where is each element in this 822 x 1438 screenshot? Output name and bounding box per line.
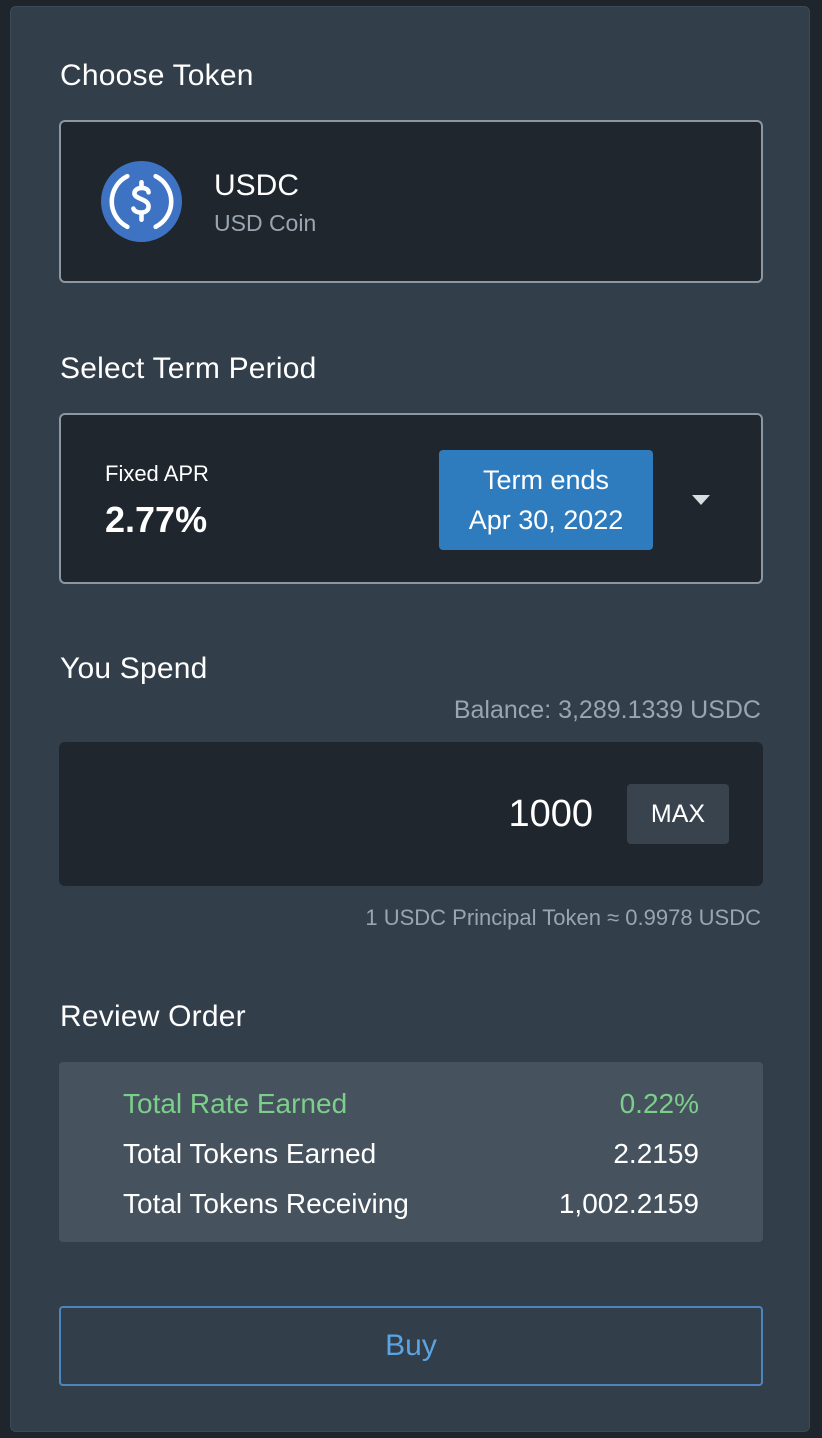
you-spend-heading: You Spend: [60, 652, 208, 685]
usdc-coin-icon: [101, 161, 182, 242]
token-selector[interactable]: USDC USD Coin: [59, 120, 763, 283]
summary-value: 0.22%: [619, 1088, 699, 1119]
review-order-heading: Review Order: [60, 1000, 246, 1033]
summary-row-tokens-receiving: Total Tokens Receiving 1,002.2159: [123, 1188, 699, 1220]
term-ends-label: Term ends: [482, 465, 610, 495]
summary-row-rate-earned: Total Rate Earned 0.22%: [123, 1088, 699, 1120]
summary-label: Total Tokens Earned: [123, 1138, 377, 1169]
amount-input[interactable]: [79, 786, 593, 842]
fixed-apr-label: Fixed APR: [105, 461, 209, 486]
summary-label: Total Tokens Receiving: [123, 1188, 409, 1219]
choose-token-heading: Choose Token: [60, 59, 254, 92]
caret-down-icon[interactable]: [692, 495, 710, 505]
summary-label: Total Rate Earned: [123, 1088, 348, 1119]
token-symbol: USDC: [214, 169, 300, 202]
amount-field: MAX: [59, 742, 763, 886]
term-period-selector[interactable]: Fixed APR 2.77% Term ends Apr 30, 2022: [59, 413, 763, 584]
balance-text: Balance: 3,289.1339 USDC: [453, 696, 761, 724]
max-button[interactable]: MAX: [627, 784, 729, 844]
review-summary: Total Rate Earned 0.22% Total Tokens Ear…: [59, 1062, 763, 1242]
conversion-rate-note: 1 USDC Principal Token ≈ 0.9978 USDC: [365, 905, 761, 930]
token-name: USD Coin: [214, 210, 317, 236]
term-ends-badge: Term ends Apr 30, 2022: [439, 450, 653, 550]
select-term-heading: Select Term Period: [60, 352, 317, 385]
summary-row-tokens-earned: Total Tokens Earned 2.2159: [123, 1138, 699, 1170]
summary-value: 1,002.2159: [558, 1188, 699, 1219]
fixed-apr-value: 2.77%: [105, 499, 208, 540]
order-panel: Choose Token USDC USD Coin Select Term P…: [10, 6, 810, 1432]
term-end-date: Apr 30, 2022: [468, 505, 624, 535]
summary-value: 2.2159: [613, 1138, 699, 1169]
buy-button[interactable]: Buy: [59, 1306, 763, 1386]
